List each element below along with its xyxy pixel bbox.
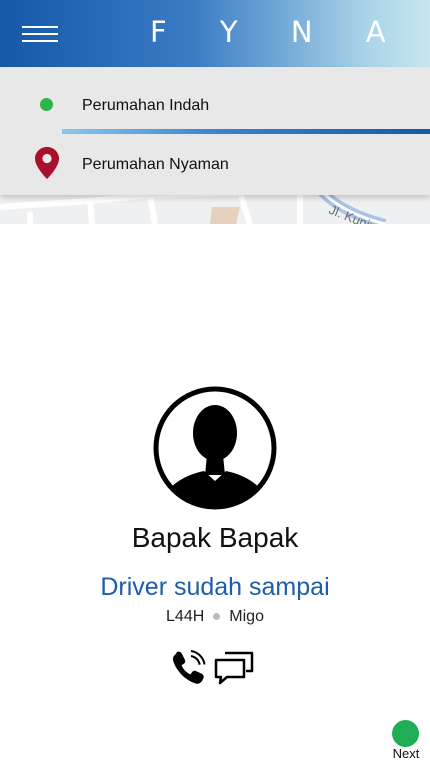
app-logo: F Y N A [150,15,408,49]
driver-avatar-icon [153,386,277,510]
menu-icon[interactable] [22,24,58,44]
chat-icon[interactable] [213,650,255,686]
next-label[interactable]: Next [386,746,426,761]
route-divider [62,129,430,134]
driver-status: Driver sudah sampai [100,573,330,601]
vehicle-type: Migo [229,608,264,625]
phone-icon[interactable] [170,648,208,686]
separator-dot [213,613,221,621]
next-button[interactable] [392,720,419,747]
map-street-label: Jl. Kunin [327,202,379,224]
origin-location[interactable]: Perumahan Indah [82,97,209,115]
destination-location[interactable]: Perumahan Nyaman [82,156,229,174]
vehicle-info: L44H Migo [0,608,430,626]
vehicle-plate: L44H [166,608,205,625]
driver-name: Bapak Bapak [131,522,299,553]
map-pin-icon [35,147,59,179]
origin-dot-icon [40,98,53,111]
app-header: F Y N A [0,0,430,67]
